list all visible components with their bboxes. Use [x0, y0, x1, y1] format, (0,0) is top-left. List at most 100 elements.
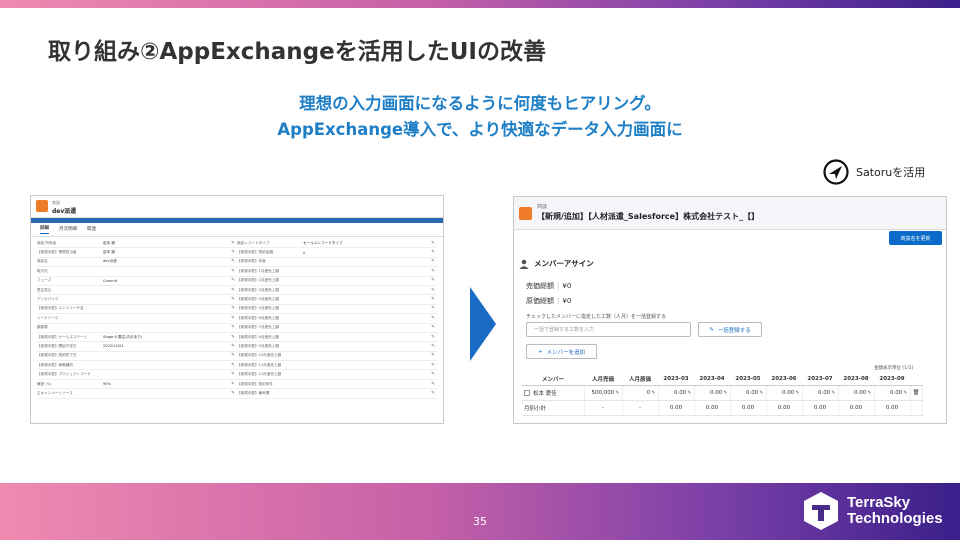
- edit-pencil-icon[interactable]: ✎: [229, 250, 237, 255]
- field-row: 【新規手配】エンドユーザ名 ✎ 【新規手配】5月度売上額 ✎: [37, 305, 437, 315]
- field-cell: 【新規手配】2月度売上額 ✎: [237, 277, 437, 285]
- month-cell: 0.00: [838, 400, 875, 416]
- edit-pencil-icon[interactable]: ✎: [429, 297, 437, 302]
- edit-pencil-icon[interactable]: ✎: [229, 372, 237, 377]
- edit-pencil-icon[interactable]: ✎: [429, 391, 437, 396]
- subtitle-line-1: 理想の入力画面になるように何度もヒアリング。: [299, 94, 661, 113]
- bulk-register-button[interactable]: ✎ 一括登録する: [698, 322, 762, 337]
- table-row-subtotal: 月別小計 - - 0.00 0.00 0.00 0.00 0.00 0.00 0…: [522, 400, 923, 416]
- edit-pencil-icon[interactable]: ✎: [429, 372, 437, 377]
- month-cell[interactable]: 0.00✎: [730, 385, 767, 401]
- edit-pencil-icon[interactable]: ✎: [429, 269, 437, 274]
- edit-pencil-icon[interactable]: ✎: [229, 335, 237, 340]
- field-cell: 【新規手配】12月度売上額 ✎: [237, 370, 437, 378]
- member-checkbox[interactable]: [524, 390, 530, 396]
- col-month: 2023-05: [730, 373, 766, 386]
- unit-price-cell: -: [584, 400, 623, 416]
- month-cell: 0.00: [658, 400, 695, 416]
- field-value: 90%: [103, 382, 111, 387]
- month-cell[interactable]: 0.00✎: [802, 385, 839, 401]
- pencil-icon: ✎: [831, 389, 836, 396]
- edit-pencil-icon[interactable]: ✎: [229, 288, 237, 293]
- field-cell: 【新規手配】8月度売上額 ✎: [237, 333, 437, 341]
- after-screenshot: 商談 【新規/追加】【人材派遣_Salesforce】株式会社テスト_【】 商談…: [513, 196, 947, 424]
- cost-total-value: ¥0: [562, 297, 572, 305]
- edit-pencil-icon[interactable]: ✎: [429, 278, 437, 283]
- edit-pencil-icon[interactable]: ✎: [229, 278, 237, 283]
- add-member-button[interactable]: + メンバーを追加: [526, 344, 597, 359]
- month-cell[interactable]: 0.00✎: [874, 385, 911, 401]
- unit-price-value: 500,000: [591, 389, 615, 396]
- edit-pencil-icon[interactable]: ✎: [429, 344, 437, 349]
- field-value: Commit: [103, 278, 118, 283]
- edit-pencil-icon[interactable]: ✎: [429, 259, 437, 264]
- field-label: 【新規手配】セールスステージ: [37, 334, 88, 339]
- edit-pencil-icon[interactable]: ✎: [229, 344, 237, 349]
- edit-pencil-icon[interactable]: ✎: [229, 363, 237, 368]
- update-opportunity-name-button[interactable]: 商談名を更新: [889, 231, 942, 245]
- bulk-hours-input[interactable]: 一括で登録する工数を入力: [526, 322, 691, 337]
- edit-pencil-icon[interactable]: ✎: [229, 382, 237, 387]
- month-cell[interactable]: 0.00✎: [658, 385, 695, 401]
- unit-cost-cell[interactable]: 0✎: [622, 385, 659, 401]
- edit-pencil-icon[interactable]: ✎: [429, 382, 437, 387]
- field-label: 【新規手配】年度: [237, 259, 266, 264]
- tab-detail[interactable]: 詳細: [40, 225, 49, 234]
- field-label: 【新規手配】5月度売上額: [237, 306, 279, 311]
- month-value: 0.00: [746, 389, 759, 396]
- edit-pencil-icon[interactable]: ✎: [229, 325, 237, 330]
- edit-pencil-icon[interactable]: ✎: [429, 250, 437, 255]
- month-cell[interactable]: 0.00✎: [838, 385, 875, 401]
- record-header: 商談 【新規/追加】【人材派遣_Salesforce】株式会社テスト_【】: [514, 197, 946, 230]
- edit-pencil-icon[interactable]: ✎: [229, 241, 237, 246]
- edit-pencil-icon[interactable]: ✎: [229, 391, 237, 396]
- field-row: 【新規手配】セールスステージ Stage 6 要注(内示あり) ✎ 【新規手配】8月度…: [37, 333, 437, 343]
- subtotal-label-cell: 月別小計: [522, 400, 585, 416]
- edit-pencil-icon[interactable]: ✎: [229, 269, 237, 274]
- field-cell: 顧客層 ✎: [37, 324, 237, 332]
- unit-note: 金額表示単位 [1/1]: [874, 366, 914, 371]
- edit-pencil-icon[interactable]: ✎: [429, 353, 437, 358]
- edit-pencil-icon[interactable]: ✎: [229, 259, 237, 264]
- field-cell: 取引先 ✎: [37, 267, 237, 275]
- top-gradient-bar: [0, 0, 960, 8]
- month-cell[interactable]: 0.00✎: [694, 385, 731, 401]
- edit-pencil-icon[interactable]: ✎: [429, 325, 437, 330]
- field-label: 主キャンペーンソース: [37, 390, 73, 395]
- field-cell: 【新規手配】5月度売上額 ✎: [237, 305, 437, 313]
- edit-pencil-icon[interactable]: ✎: [229, 306, 237, 311]
- field-cell: 【新規手配】業務担当者 岩本 雅 ✎: [37, 248, 237, 256]
- trash-icon[interactable]: 🗑: [913, 390, 920, 396]
- field-row: 顧客層 ✎ 【新規手配】7月度売上額 ✎: [37, 324, 437, 333]
- month-value: 0.00: [890, 389, 903, 396]
- edit-pencil-icon[interactable]: ✎: [429, 288, 437, 293]
- field-label: 取引先: [37, 268, 48, 273]
- pencil-icon: ✎: [709, 326, 714, 333]
- tab-monthly[interactable]: 月次明細: [59, 226, 77, 234]
- tab-related[interactable]: 関連: [87, 226, 96, 234]
- edit-pencil-icon[interactable]: ✎: [229, 353, 237, 358]
- unit-price-cell[interactable]: 500,000✎: [584, 385, 623, 401]
- field-label: 【新規手配】1月度売上額: [237, 268, 279, 273]
- field-label: 【新規手配】エンドユーザ名: [37, 306, 84, 311]
- edit-pencil-icon[interactable]: ✎: [429, 363, 437, 368]
- edit-pencil-icon[interactable]: ✎: [429, 335, 437, 340]
- edit-pencil-icon[interactable]: ✎: [229, 316, 237, 321]
- field-label: 【新規手配】契約条件: [237, 381, 273, 386]
- object-label: 商談: [537, 204, 548, 210]
- edit-pencil-icon[interactable]: ✎: [429, 316, 437, 321]
- field-cell: フェーズ Commit ✎: [37, 277, 237, 285]
- field-row: 【新規手配】開始予定日 2022/12/01 ✎ 【新規手配】9月度売上額 ✎: [37, 342, 437, 352]
- edit-pencil-icon[interactable]: ✎: [429, 306, 437, 311]
- pencil-icon: ✎: [795, 389, 800, 396]
- month-cell[interactable]: 0.00✎: [766, 385, 803, 401]
- field-cell: 受注見込 ✎: [37, 286, 237, 294]
- field-cell: 【新規手配】備考欄 ✎: [237, 389, 437, 397]
- field-label: 【新規手配】9月度売上額: [237, 343, 279, 348]
- field-cell: 【新規手配】エンドユーザ名 ✎: [37, 305, 237, 313]
- delete-cell[interactable]: 🗑: [910, 385, 923, 401]
- edit-pencil-icon[interactable]: ✎: [429, 241, 437, 246]
- edit-pencil-icon[interactable]: ✎: [229, 297, 237, 302]
- unit-cost-value: 0: [646, 389, 651, 396]
- month-value: 0.00: [854, 389, 867, 396]
